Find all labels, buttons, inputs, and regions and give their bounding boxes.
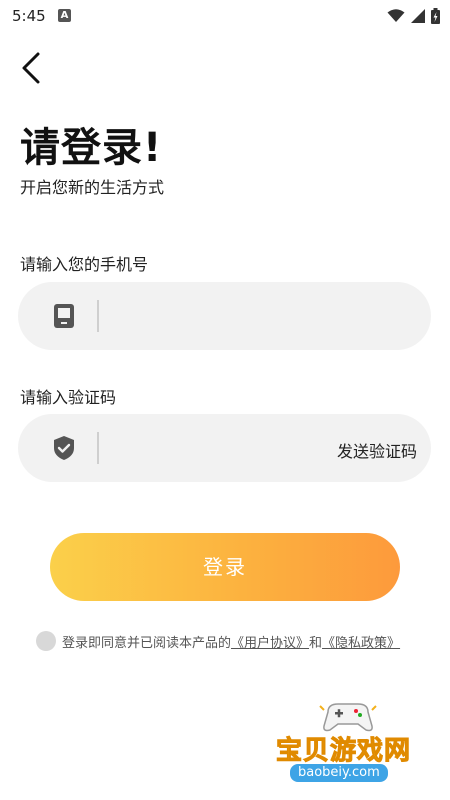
signal-icon bbox=[411, 9, 425, 23]
agreement-row: 登录即同意并已阅读本产品的 《用户协议》 和 《隐私政策》 bbox=[36, 631, 400, 651]
privacy-policy-link[interactable]: 《隐私政策》 bbox=[322, 632, 400, 651]
shield-check-icon bbox=[54, 436, 74, 460]
input-divider bbox=[97, 300, 99, 332]
gamepad-icon bbox=[319, 703, 377, 732]
back-button[interactable] bbox=[16, 48, 52, 88]
status-time: 5:45 bbox=[12, 7, 46, 25]
watermark-logo: 宝贝游戏网 baobeiy.com bbox=[268, 700, 428, 792]
chevron-left-icon bbox=[22, 52, 40, 84]
status-bar: 5:45 A bbox=[0, 0, 450, 34]
page-title: 请登录! bbox=[20, 125, 163, 171]
login-button[interactable]: 登录 bbox=[50, 533, 400, 601]
status-icons bbox=[387, 7, 440, 25]
watermark-text: 宝贝游戏网 bbox=[275, 736, 412, 767]
phone-input[interactable] bbox=[110, 296, 414, 338]
phone-label: 请输入您的手机号 bbox=[20, 255, 149, 274]
page-subtitle: 开启您新的生活方式 bbox=[20, 178, 165, 197]
code-label: 请输入验证码 bbox=[20, 388, 117, 407]
watermark-url: baobeiy.com bbox=[290, 764, 388, 782]
agreement-prefix: 登录即同意并已阅读本产品的 bbox=[62, 635, 232, 651]
code-input-box[interactable]: 发送验证码 bbox=[18, 414, 431, 482]
send-code-button[interactable]: 发送验证码 bbox=[337, 438, 417, 462]
input-divider bbox=[97, 432, 99, 464]
code-input[interactable] bbox=[110, 428, 314, 470]
battery-icon bbox=[431, 8, 440, 24]
agreement-joiner: 和 bbox=[309, 635, 323, 651]
user-agreement-link[interactable]: 《用户协议》 bbox=[231, 632, 309, 651]
phone-input-box[interactable] bbox=[18, 282, 431, 350]
agree-radio[interactable] bbox=[36, 631, 56, 651]
wifi-icon bbox=[387, 9, 405, 22]
phone-icon bbox=[54, 304, 74, 328]
notification-a-icon: A bbox=[58, 9, 71, 22]
